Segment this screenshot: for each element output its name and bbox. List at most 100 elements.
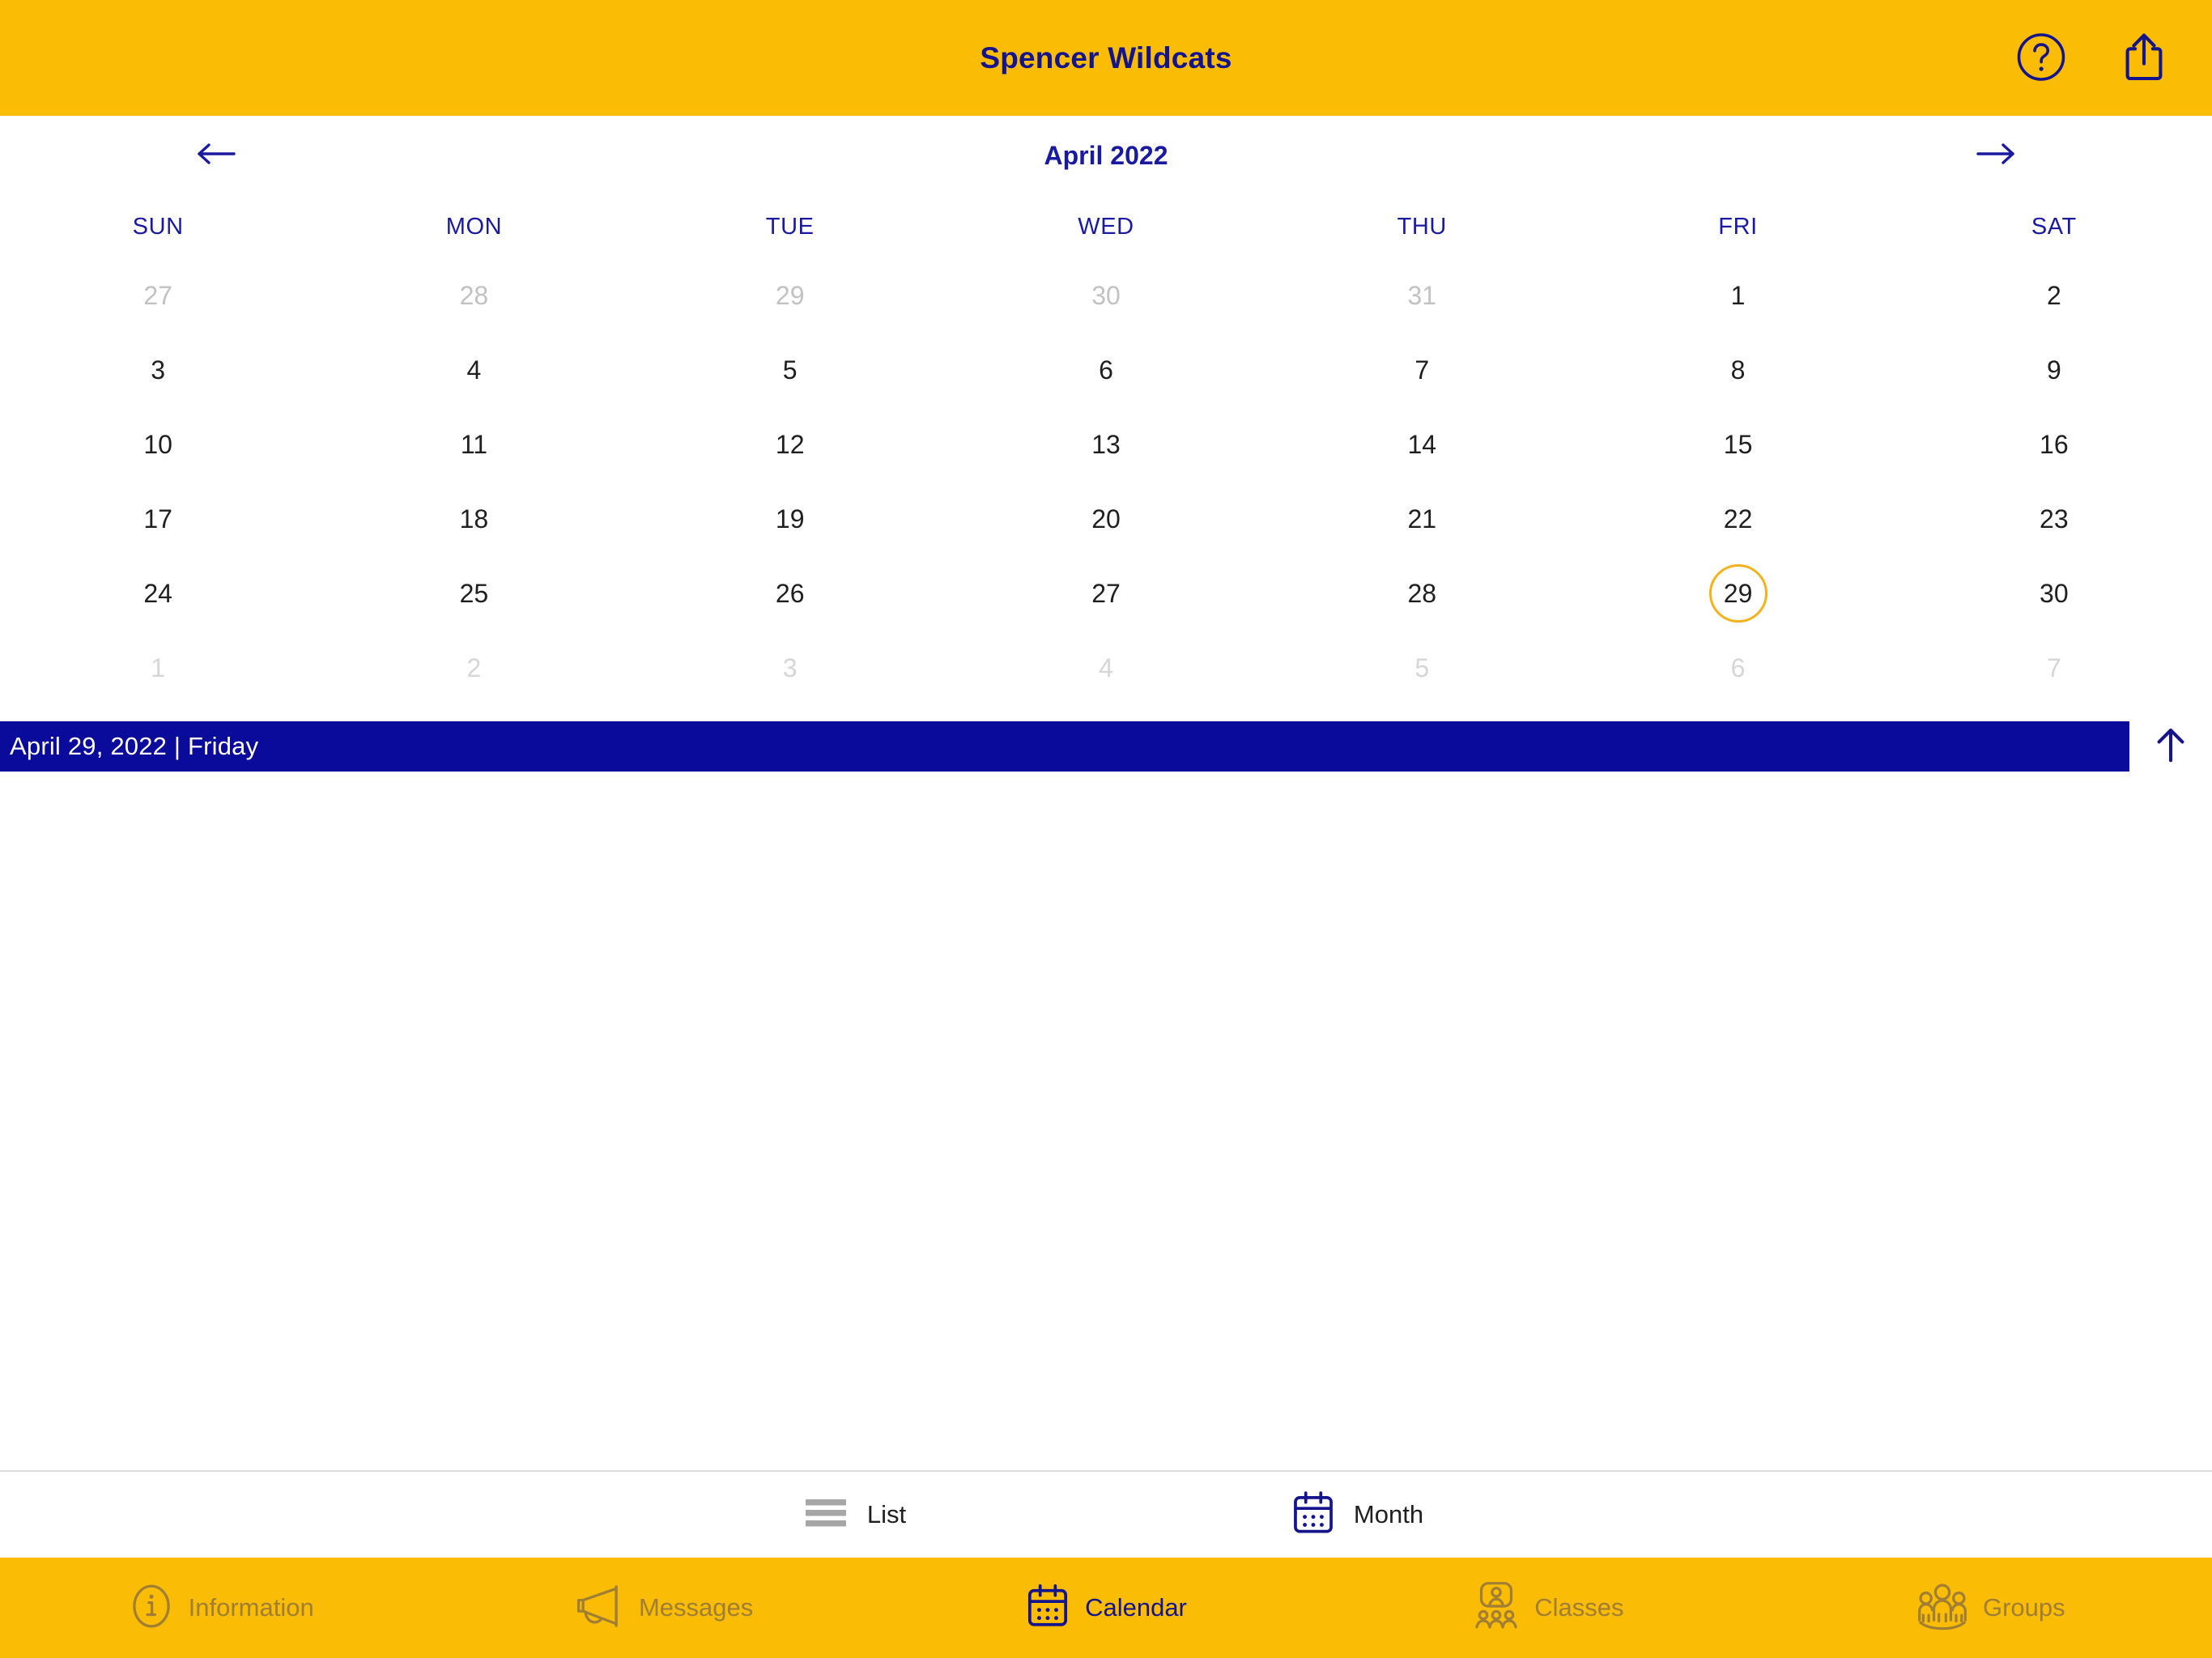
- bottom-tab-bar: Information Messages Calendar Classes Gr…: [0, 1558, 2212, 1658]
- date-cell[interactable]: 25: [316, 556, 632, 631]
- date-cell[interactable]: 6: [948, 333, 1264, 407]
- date-number: 8: [1730, 355, 1746, 385]
- date-number: 30: [2040, 578, 2069, 608]
- date-cell[interactable]: 2: [316, 631, 632, 705]
- date-cell[interactable]: 1: [1580, 258, 1895, 333]
- tab-information-label: Information: [188, 1593, 314, 1622]
- date-cell[interactable]: 8: [1580, 333, 1895, 407]
- date-cell[interactable]: 4: [948, 631, 1264, 705]
- weekday-wed: WED: [1078, 213, 1134, 240]
- date-cell[interactable]: 20: [948, 482, 1264, 556]
- date-number: 31: [1407, 280, 1437, 310]
- selected-day-bar-row: April 29, 2022 | Friday: [0, 721, 2212, 772]
- date-cell[interactable]: 29: [632, 258, 948, 333]
- date-cell[interactable]: 28: [1264, 556, 1580, 631]
- date-cell[interactable]: 13: [948, 407, 1264, 482]
- date-cell[interactable]: 27: [0, 258, 316, 333]
- tab-groups[interactable]: Groups: [1770, 1558, 2212, 1658]
- date-number: 21: [1407, 504, 1437, 534]
- date-number: 26: [775, 578, 805, 608]
- date-number: 30: [1091, 280, 1121, 310]
- previous-month-button[interactable]: [188, 127, 245, 184]
- date-cell[interactable]: 5: [632, 333, 948, 407]
- date-number: 11: [460, 429, 488, 459]
- tab-information[interactable]: Information: [0, 1558, 442, 1658]
- tab-calendar[interactable]: Calendar: [885, 1558, 1327, 1658]
- date-number: 16: [2040, 429, 2069, 459]
- tab-classes[interactable]: Classes: [1327, 1558, 1769, 1658]
- date-number: 4: [466, 355, 482, 385]
- date-cell[interactable]: 24: [0, 556, 316, 631]
- date-number: 14: [1407, 429, 1437, 459]
- tab-messages[interactable]: Messages: [442, 1558, 884, 1658]
- next-month-button[interactable]: [1967, 127, 2024, 184]
- calendar-app: Spencer Wildcats April 2022 SUN MON TUE …: [0, 0, 2212, 1658]
- date-cell[interactable]: 18: [316, 482, 632, 556]
- view-option-month-label: Month: [1353, 1500, 1424, 1528]
- date-cell[interactable]: 7: [1264, 333, 1580, 407]
- date-cell[interactable]: 3: [0, 333, 316, 407]
- date-number: 25: [459, 578, 489, 608]
- date-cell[interactable]: 9: [1896, 333, 2212, 407]
- date-number: 5: [1414, 653, 1430, 682]
- view-option-list[interactable]: List: [604, 1493, 1106, 1537]
- date-cell[interactable]: 14: [1264, 407, 1580, 482]
- calendar-month-icon: [1291, 1490, 1336, 1541]
- date-cell[interactable]: 29: [1580, 556, 1895, 631]
- date-number: 9: [2046, 355, 2061, 385]
- selected-day-bar[interactable]: April 29, 2022 | Friday: [0, 721, 2129, 772]
- date-cell[interactable]: 21: [1264, 482, 1580, 556]
- date-cell[interactable]: 6: [1580, 631, 1895, 705]
- view-option-month[interactable]: Month: [1106, 1490, 1608, 1541]
- date-number: 19: [775, 504, 805, 534]
- date-number: 23: [2040, 504, 2069, 534]
- selected-day-label: April 29, 2022 | Friday: [10, 732, 259, 760]
- date-cell[interactable]: 10: [0, 407, 316, 482]
- date-cell[interactable]: 3: [632, 631, 948, 705]
- date-number: 29: [1708, 564, 1767, 623]
- date-number: 4: [1099, 653, 1113, 682]
- header-actions: [2014, 29, 2170, 87]
- date-cell[interactable]: 31: [1264, 258, 1580, 333]
- weekday-sat: SAT: [2031, 213, 2077, 240]
- date-cell[interactable]: 26: [632, 556, 948, 631]
- date-number: 18: [459, 504, 489, 534]
- date-number: 22: [1723, 504, 1753, 534]
- date-cell[interactable]: 7: [1896, 631, 2212, 705]
- date-cell[interactable]: 2: [1896, 258, 2212, 333]
- date-number: 27: [143, 280, 172, 310]
- weekday-fri: FRI: [1718, 213, 1758, 240]
- date-cell[interactable]: 22: [1580, 482, 1895, 556]
- date-cell[interactable]: 16: [1896, 407, 2212, 482]
- weekday-thu: THU: [1397, 213, 1447, 240]
- date-cell[interactable]: 23: [1896, 482, 2212, 556]
- date-cell[interactable]: 28: [316, 258, 632, 333]
- weekday-tue: TUE: [765, 213, 815, 240]
- date-cell[interactable]: 30: [948, 258, 1264, 333]
- date-cell[interactable]: 12: [632, 407, 948, 482]
- date-number: 6: [1730, 653, 1746, 682]
- question-mark-circle-icon: [2014, 30, 2068, 86]
- date-number: 7: [2046, 653, 2061, 682]
- date-cell[interactable]: 1: [0, 631, 316, 705]
- date-number: 13: [1091, 429, 1121, 459]
- arrow-left-icon: [195, 139, 237, 172]
- date-cell[interactable]: 4: [316, 333, 632, 407]
- collapse-events-button[interactable]: [2129, 721, 2212, 772]
- weekday-sun: SUN: [132, 213, 184, 240]
- tab-calendar-label: Calendar: [1085, 1593, 1187, 1622]
- date-cell[interactable]: 17: [0, 482, 316, 556]
- date-cell[interactable]: 11: [316, 407, 632, 482]
- date-cell[interactable]: 5: [1264, 631, 1580, 705]
- date-cell[interactable]: 30: [1896, 556, 2212, 631]
- date-number: 29: [775, 280, 805, 310]
- date-cell[interactable]: 15: [1580, 407, 1895, 482]
- date-number: 12: [775, 429, 805, 459]
- date-number: 28: [459, 280, 489, 310]
- date-cell[interactable]: 19: [632, 482, 948, 556]
- groups-people-icon: [1916, 1581, 1968, 1635]
- date-cell[interactable]: 27: [948, 556, 1264, 631]
- share-button[interactable]: [2118, 29, 2170, 87]
- help-button[interactable]: [2014, 30, 2068, 86]
- calendar-icon: [1025, 1581, 1070, 1635]
